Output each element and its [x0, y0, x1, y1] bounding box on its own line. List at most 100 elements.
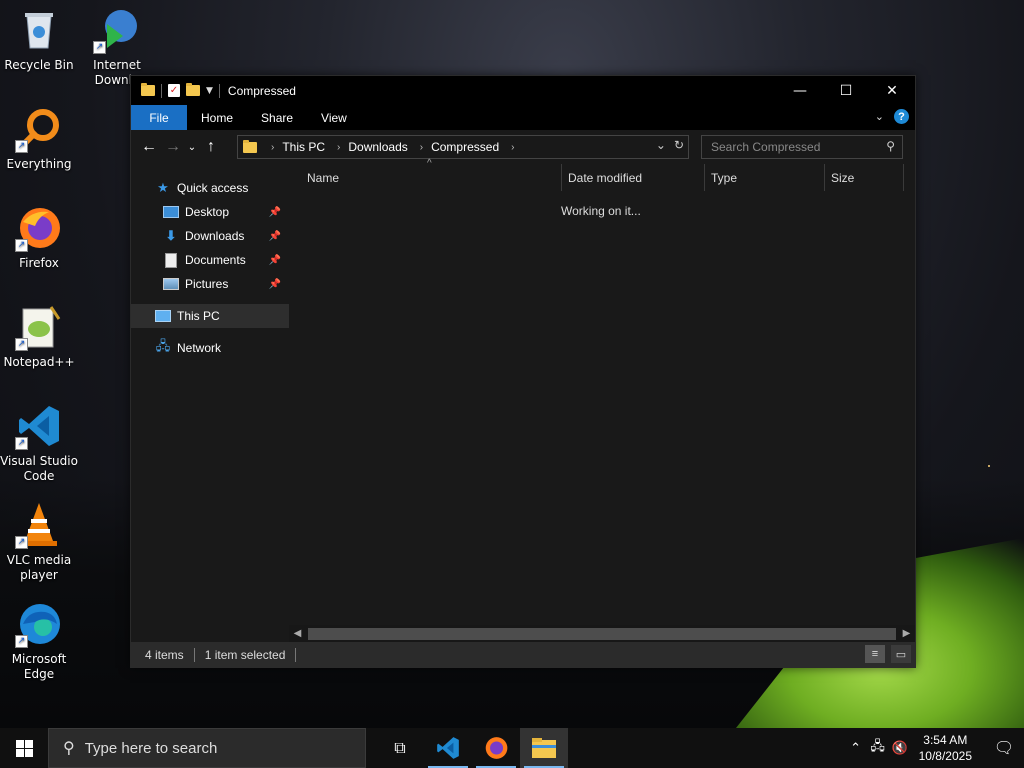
vscode-icon [437, 737, 459, 759]
file-explorer-icon [532, 738, 556, 758]
pin-icon[interactable]: 📌 [269, 231, 281, 242]
file-list-pane[interactable]: ^ Name Date modified Type Size Working o… [289, 158, 915, 642]
scroll-right-icon[interactable]: ▶ [898, 628, 915, 639]
tab-share[interactable]: Share [247, 105, 307, 130]
sidebar-item-network[interactable]: 🖧 Network [131, 336, 289, 360]
divider [193, 647, 195, 662]
details-view-icon[interactable]: ≡ [865, 645, 885, 663]
large-icons-view-icon[interactable]: ▭ [891, 645, 911, 663]
shortcut-arrow-icon: ↗ [15, 338, 28, 351]
up-arrow-icon[interactable]: ↑ [199, 138, 223, 156]
shortcut-arrow-icon: ↗ [15, 536, 28, 549]
desktop-icon-everything[interactable]: ↗ Everything [0, 105, 78, 172]
tab-file[interactable]: File [131, 105, 187, 130]
customize-toolbar-chevron-icon[interactable]: ▼ [206, 86, 213, 96]
breadcrumb-separator-icon[interactable]: › [271, 142, 274, 153]
column-header-size[interactable]: Size [825, 164, 904, 191]
pin-icon[interactable]: 📌 [269, 255, 281, 266]
desktop-icon-label: Everything [6, 157, 72, 171]
column-header-name[interactable]: Name [301, 164, 562, 191]
column-header-label: Date modified [568, 170, 643, 185]
volume-muted-icon[interactable]: 🔇 [889, 740, 911, 756]
tab-view[interactable]: View [307, 105, 361, 130]
sidebar-item-downloads[interactable]: ⬇ Downloads 📌 [131, 224, 289, 248]
clock[interactable]: 3:54 AM 10/8/2025 [919, 732, 972, 764]
minimize-button[interactable]: — [777, 76, 823, 105]
close-button[interactable]: ✕ [869, 76, 915, 105]
scrollbar-thumb[interactable] [308, 627, 896, 640]
desktop-icon-firefox[interactable]: ↗ Firefox [0, 204, 78, 271]
column-header-label: Type [711, 170, 738, 185]
desktop-icon-label: VLC media player [6, 553, 72, 582]
recycle-bin-icon [15, 6, 63, 54]
start-button[interactable] [0, 728, 48, 768]
horizontal-scrollbar[interactable]: ◀ ▶ [289, 625, 915, 642]
file-explorer-window: ✓ ▼ Compressed — ☐ ✕ File Home Share Vie… [130, 75, 916, 668]
taskbar-search-box[interactable]: ⚲ Type here to search [48, 728, 366, 768]
vscode-icon: ↗ [15, 402, 63, 450]
sidebar-item-label: Documents [185, 253, 246, 267]
column-header-date-modified[interactable]: Date modified [562, 164, 705, 191]
maximize-button[interactable]: ☐ [823, 76, 869, 105]
tab-home[interactable]: Home [187, 105, 247, 130]
navigation-pane[interactable]: ★ Quick access Desktop 📌 ⬇ Downloads 📌 D… [131, 164, 289, 642]
everything-search-icon: ↗ [15, 105, 63, 153]
address-bar[interactable]: › This PC › Downloads › Compressed › ⌄ ↻ [237, 135, 689, 159]
folder-icon [243, 139, 257, 153]
forward-arrow-icon[interactable]: → [161, 138, 185, 156]
windows-logo-icon [15, 739, 33, 757]
search-box[interactable]: ⚲ [701, 135, 903, 159]
window-title: Compressed [227, 83, 296, 98]
computer-icon [155, 309, 171, 323]
network-status-icon[interactable]: 🖧 [867, 737, 889, 759]
sidebar-item-desktop[interactable]: Desktop 📌 [131, 200, 289, 224]
desktop-icon-label: Recycle Bin [4, 58, 74, 72]
desktop-icon-label: Firefox [19, 256, 59, 270]
sidebar-item-documents[interactable]: Documents 📌 [131, 248, 289, 272]
pin-icon[interactable]: 📌 [269, 207, 281, 218]
taskbar-file-explorer[interactable] [520, 728, 568, 768]
shortcut-arrow-icon: ↗ [15, 437, 28, 450]
back-arrow-icon[interactable]: ← [137, 138, 161, 156]
breadcrumb-this-pc[interactable]: This PC [282, 140, 325, 154]
item-count: 4 items [145, 647, 184, 662]
breadcrumb-separator-icon[interactable]: › [420, 142, 423, 153]
taskbar-vscode[interactable] [424, 728, 472, 768]
task-view-button[interactable]: ⧉ [376, 728, 424, 768]
scroll-left-icon[interactable]: ◀ [289, 628, 306, 639]
new-folder-icon[interactable] [186, 83, 200, 96]
star-icon: ★ [157, 180, 169, 195]
properties-icon[interactable]: ✓ [168, 84, 180, 97]
search-icon: ⚲ [63, 740, 75, 757]
breadcrumb-separator-icon[interactable]: › [511, 142, 514, 153]
expand-ribbon-chevron-icon[interactable]: ⌄ [875, 110, 884, 123]
breadcrumb-downloads[interactable]: Downloads [348, 140, 407, 154]
breadcrumb-separator-icon[interactable]: › [337, 142, 340, 153]
desktop-icon-vlc[interactable]: ↗ VLC media player [0, 501, 78, 583]
column-header-label: Size [831, 170, 855, 185]
taskbar-firefox[interactable] [472, 728, 520, 768]
desktop-icon-recycle-bin[interactable]: Recycle Bin [0, 6, 78, 73]
view-switcher: ≡ ▭ [865, 645, 911, 663]
action-center-button[interactable]: 🗨 [984, 728, 1024, 768]
sidebar-item-pictures[interactable]: Pictures 📌 [131, 272, 289, 296]
desktop-icon-vscode[interactable]: ↗ Visual Studio Code [0, 402, 78, 484]
sidebar-item-quick-access[interactable]: ★ Quick access [131, 176, 289, 200]
show-hidden-icons-chevron-icon[interactable]: ⌃ [845, 740, 867, 756]
sidebar-item-this-pc[interactable]: This PC [131, 304, 289, 328]
pin-icon[interactable]: 📌 [269, 279, 281, 290]
breadcrumb-compressed[interactable]: Compressed [431, 140, 499, 154]
recent-locations-chevron-icon[interactable]: ⌄ [185, 142, 199, 153]
help-button[interactable]: ? [894, 109, 909, 124]
search-input[interactable] [709, 139, 883, 155]
desktop-icon-edge[interactable]: ↗ Microsoft Edge [0, 600, 78, 682]
task-view-icon: ⧉ [394, 738, 406, 757]
sidebar-item-label: Network [177, 341, 222, 355]
downloads-folder-icon: ⬇ [165, 228, 177, 243]
column-header-type[interactable]: Type [705, 164, 825, 191]
address-history-chevron-icon[interactable]: ⌄ [656, 138, 666, 152]
title-bar[interactable]: ✓ ▼ Compressed — ☐ ✕ [131, 76, 915, 105]
refresh-icon[interactable]: ↻ [674, 138, 684, 152]
selection-count: 1 item selected [204, 647, 286, 662]
desktop-icon-notepad-plus-plus[interactable]: ↗ Notepad++ [0, 303, 78, 370]
